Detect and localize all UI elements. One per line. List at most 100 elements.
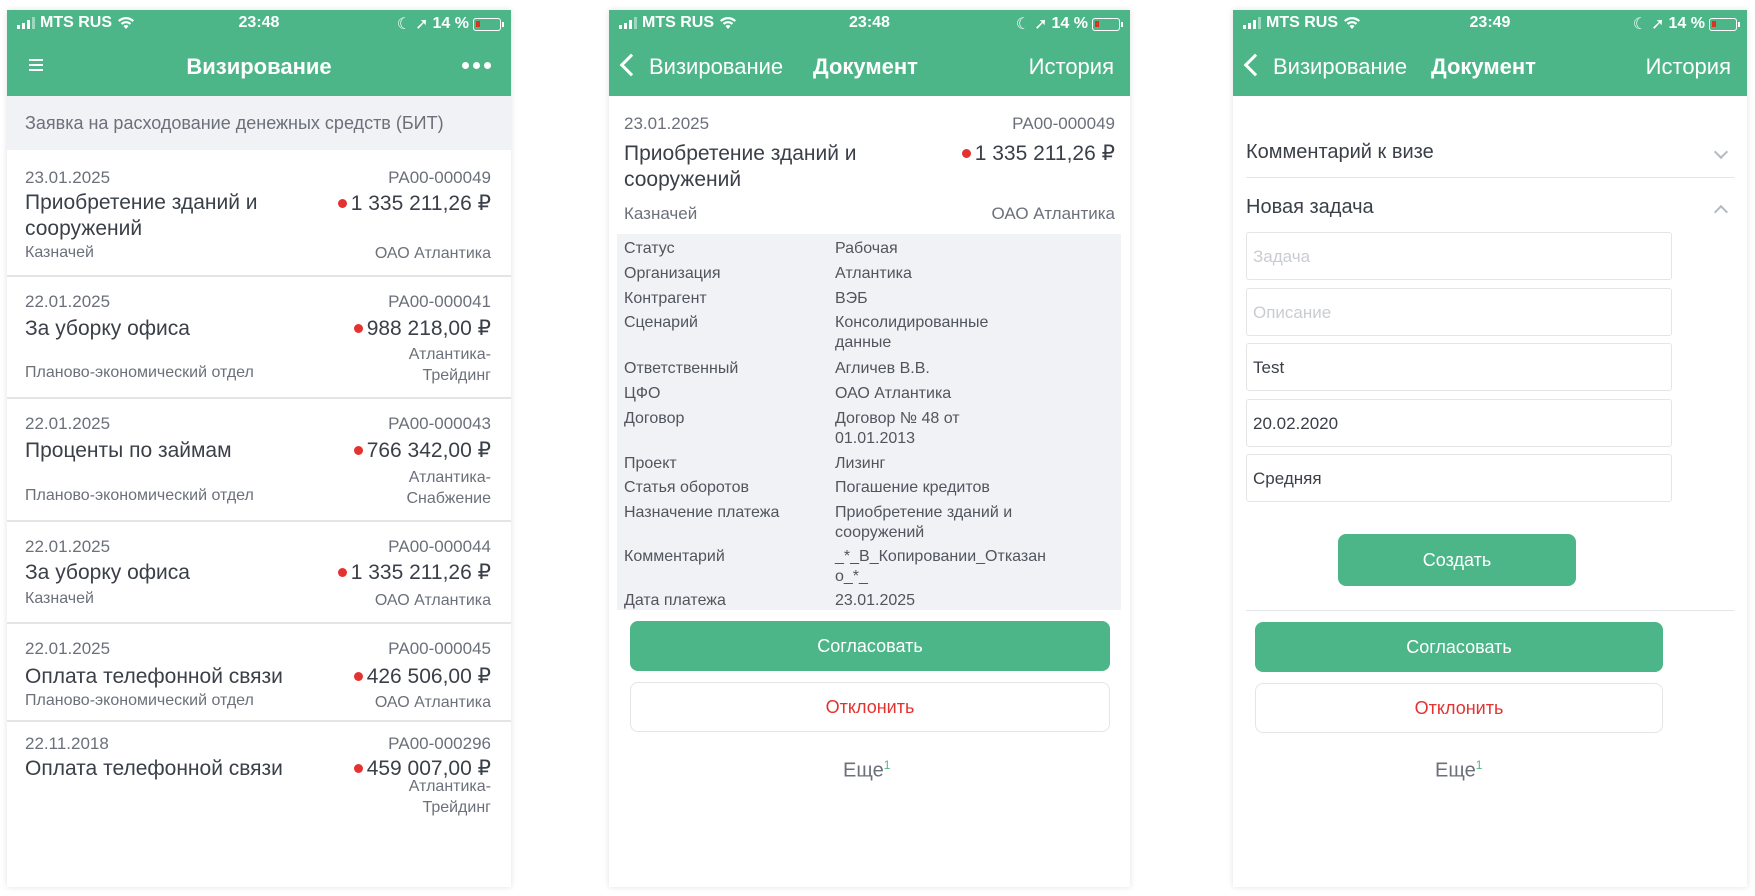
item-date: 22.01.2025: [25, 639, 111, 658]
item-org: Атлантика-Трейдинг: [408, 778, 491, 816]
item-title: Оплата телефонной связи: [25, 665, 283, 688]
item-org: ОАО Атлантика: [374, 694, 491, 711]
item-title: Проценты по займам: [25, 439, 232, 462]
reject-button[interactable]: Отклонить: [1255, 683, 1663, 733]
item-number: РА00-000296: [388, 734, 491, 753]
nav-bar: MTS RUS 23:48 ☾ ➚ 14 % Визирование Докум…: [609, 10, 1130, 96]
list-item[interactable]: 22.01.2025 РА00-000044 За уборку офиса 1…: [7, 522, 511, 624]
description-field[interactable]: Описание: [1246, 288, 1672, 336]
approve-button[interactable]: Согласовать: [630, 621, 1110, 671]
comment-section-label: Комментарий к визе: [1246, 141, 1434, 163]
item-title: За уборку офиса: [25, 561, 190, 584]
page-title: Документ: [1431, 54, 1536, 79]
due-date-field[interactable]: 20.02.2020: [1246, 399, 1672, 447]
more-count-badge: 1: [883, 758, 891, 772]
chevron-up-icon: [1713, 204, 1729, 220]
moon-icon: ☾: [396, 16, 412, 33]
properties-table: Статус Рабочая Организация Атлантика Контр…: [617, 234, 1121, 610]
status-dot-icon: [961, 149, 971, 158]
divider: [1246, 610, 1734, 611]
list-item[interactable]: 22.01.2025 РА00-000043 Проценты по займа…: [7, 399, 511, 522]
status-dot-icon: [353, 324, 363, 333]
doc-date: 23.01.2025: [624, 114, 710, 133]
status-dot-icon: [353, 764, 363, 773]
item-department: Планово-экономический отдел: [25, 487, 254, 504]
item-org: ОАО Атлантика: [374, 245, 491, 262]
status-dot-icon: [353, 446, 363, 455]
priority-field[interactable]: Средняя: [1246, 454, 1672, 502]
chevron-down-icon: [1713, 144, 1729, 160]
task-screen: MTS RUS 23:49 ☾ ➚ 14 % Визирование Докум…: [1233, 10, 1747, 887]
status-dot-icon: [337, 568, 347, 577]
list-item[interactable]: 22.11.2018 РА00-000296 Оплата телефонной…: [7, 722, 511, 832]
back-chevron-icon[interactable]: [619, 53, 643, 77]
page-title: Документ: [813, 54, 918, 79]
item-department: Планово-экономический отдел: [25, 692, 254, 709]
item-amount: 1 335 211,26 ₽: [337, 191, 491, 216]
item-amount: 988 218,00 ₽: [353, 316, 491, 341]
doc-amount: 1 335 211,26 ₽: [961, 141, 1115, 166]
item-date: 22.11.2018: [25, 734, 109, 753]
battery-label: 14 %: [432, 15, 469, 32]
create-task-button[interactable]: Создать: [1338, 534, 1576, 586]
item-title: Приобретение зданий и сооружений: [25, 191, 258, 240]
item-amount: 426 506,00 ₽: [353, 664, 491, 689]
item-date: 23.01.2025: [25, 168, 111, 187]
new-task-section-toggle[interactable]: Новая задача: [1246, 196, 1734, 220]
item-department: Планово-экономический отдел: [25, 364, 254, 381]
approve-button[interactable]: Согласовать: [1255, 622, 1663, 672]
comment-section-toggle[interactable]: Комментарий к визе: [1246, 141, 1734, 164]
item-department: Казначей: [25, 590, 94, 607]
status-dot-icon: [353, 672, 363, 681]
new-task-section-label: Новая задача: [1246, 196, 1374, 218]
item-date: 22.01.2025: [25, 292, 111, 311]
section-header: Заявка на расходование денежных средств …: [7, 96, 511, 150]
item-number: РА00-000045: [388, 639, 491, 658]
item-number: РА00-000044: [388, 537, 491, 556]
item-date: 22.01.2025: [25, 537, 111, 556]
more-button[interactable]: Еще1: [843, 758, 890, 783]
back-button[interactable]: Визирование: [1273, 54, 1407, 80]
item-org: ОАО Атлантика: [374, 592, 491, 609]
battery-label: 14 %: [1051, 15, 1088, 32]
battery-icon: [1092, 17, 1123, 31]
nav-bar: MTS RUS 23:49 ☾ ➚ 14 % Визирование Докум…: [1233, 10, 1747, 96]
item-org: Атлантика-Снабжение: [406, 469, 491, 507]
item-number: РА00-000049: [388, 168, 491, 187]
page-title: Визирование: [186, 54, 332, 79]
back-chevron-icon[interactable]: [1243, 53, 1267, 77]
item-title: За уборку офиса: [25, 317, 190, 340]
item-org: Атлантика-Трейдинг: [408, 346, 491, 384]
doc-number: РА00-000049: [1012, 114, 1115, 133]
status-bar: MTS RUS 23:48 ☾ ➚ 14 %: [609, 14, 1130, 40]
back-button[interactable]: Визирование: [649, 54, 783, 80]
more-button[interactable]: Еще1: [1435, 758, 1482, 783]
reject-button[interactable]: Отклонить: [630, 682, 1110, 732]
doc-org: ОАО Атлантика: [991, 204, 1115, 223]
battery-icon: [473, 17, 504, 31]
doc-title: Приобретение зданий и сооружений: [624, 142, 857, 191]
location-icon: ➚: [1651, 16, 1665, 33]
task-field[interactable]: Задача: [1246, 232, 1672, 280]
nav-bar: MTS RUS 23:48 ☾ ➚ 14 % Визирование: [7, 10, 511, 96]
item-date: 22.01.2025: [25, 414, 111, 433]
status-dot-icon: [337, 199, 347, 208]
more-options-icon[interactable]: [462, 62, 491, 69]
location-icon: ➚: [1034, 16, 1048, 33]
history-button[interactable]: История: [1029, 54, 1114, 80]
location-icon: ➚: [415, 16, 429, 33]
item-title: Оплата телефонной связи: [25, 757, 283, 780]
list-item[interactable]: 23.01.2025 РА00-000049 Приобретение здан…: [7, 150, 511, 277]
moon-icon: ☾: [1632, 16, 1648, 33]
item-number: РА00-000043: [388, 414, 491, 433]
moon-icon: ☾: [1015, 16, 1031, 33]
list-item[interactable]: 22.01.2025 РА00-000041 За уборку офиса 9…: [7, 277, 511, 399]
battery-icon: [1709, 17, 1740, 31]
status-bar: MTS RUS 23:48 ☾ ➚ 14 %: [7, 14, 511, 40]
assignee-field[interactable]: Test: [1246, 343, 1672, 391]
history-button[interactable]: История: [1646, 54, 1731, 80]
list-item[interactable]: 22.01.2025 РА00-000045 Оплата телефонной…: [7, 624, 511, 722]
status-bar: MTS RUS 23:49 ☾ ➚ 14 %: [1233, 14, 1747, 40]
list-screen: MTS RUS 23:48 ☾ ➚ 14 % Визирование Заявк…: [7, 10, 511, 887]
item-number: РА00-000041: [388, 292, 491, 311]
